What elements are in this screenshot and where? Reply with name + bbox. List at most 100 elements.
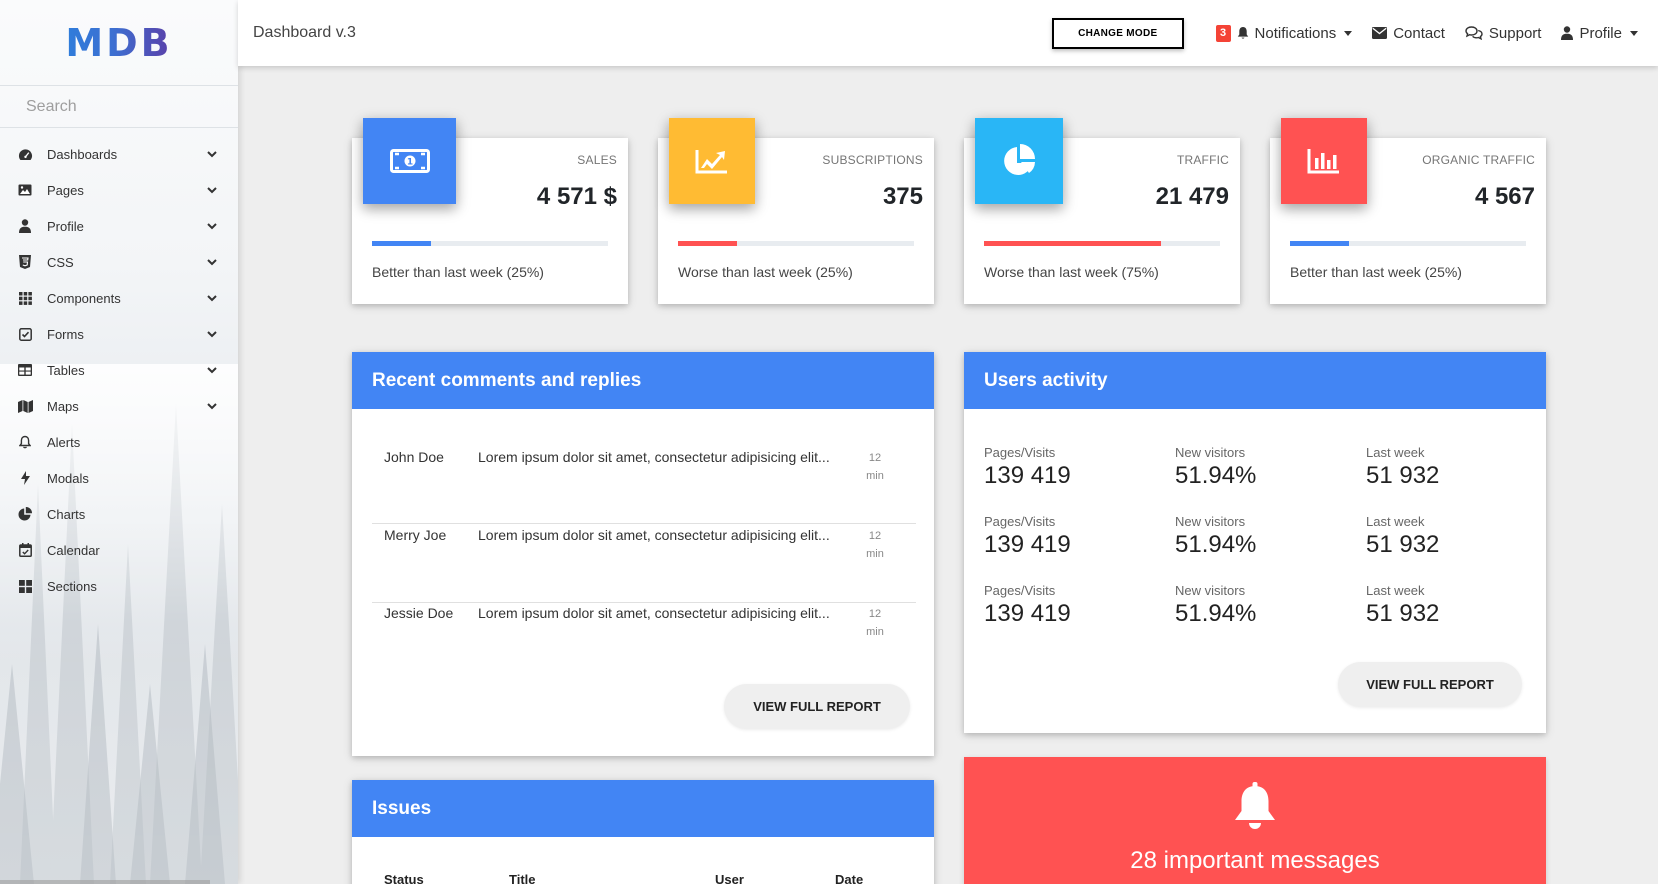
- support-link[interactable]: Support: [1465, 24, 1542, 42]
- comment-time-value: 12: [868, 452, 882, 464]
- css3-icon: [17, 254, 33, 270]
- stat-card-traffic: TRAFFIC 21 479 Worse than last week (75%…: [964, 118, 1240, 304]
- sidebar-item-components[interactable]: Components: [0, 280, 238, 316]
- stat-note: Worse than last week (75%): [984, 264, 1159, 280]
- top-navbar: Dashboard v.3 CHANGE MODE 3 Notification…: [238, 0, 1658, 66]
- chevron-down-icon: [207, 331, 217, 338]
- top-nav-links: 3 Notifications Contact Support Profile: [1215, 0, 1658, 66]
- stat-value: 375: [882, 183, 923, 210]
- stat-note: Better than last week (25%): [372, 264, 544, 280]
- check-square-icon: [17, 326, 33, 342]
- sidebar-item-label: Pages: [47, 182, 84, 198]
- column-header-user[interactable]: User: [715, 872, 835, 884]
- progress-fill: [1290, 241, 1349, 246]
- bolt-icon: [17, 470, 33, 486]
- stat-label: Pages/Visits: [984, 445, 1056, 460]
- sidebar-item-label: Tables: [47, 362, 85, 378]
- sidebar-item-maps[interactable]: Maps: [0, 388, 238, 424]
- user-icon: [17, 218, 33, 234]
- issues-panel: Issues Status Title User Date: [352, 780, 934, 884]
- caret-down-icon: [1344, 30, 1353, 36]
- stat-value: 51.94%: [1175, 462, 1257, 489]
- comment-row[interactable]: Jessie Doe Lorem ipsum dolor sit amet, c…: [372, 603, 916, 681]
- notifications-dropdown[interactable]: 3 Notifications: [1215, 24, 1353, 42]
- logo[interactable]: MDB: [0, 0, 238, 86]
- stat-label: New visitors: [1175, 514, 1246, 529]
- sidebar-item-sections[interactable]: Sections: [0, 568, 238, 604]
- column-header-date[interactable]: Date: [835, 872, 863, 884]
- chevron-down-icon: [207, 151, 217, 158]
- comment-text: Lorem ipsum dolor sit amet, consectetur …: [478, 449, 830, 465]
- support-label: Support: [1488, 24, 1542, 42]
- stat-pages-visits: Pages/Visits 139 419: [984, 514, 1164, 559]
- contact-link[interactable]: Contact: [1372, 25, 1445, 42]
- comment-author: John Doe: [384, 449, 444, 465]
- sidebar-item-css[interactable]: CSS: [0, 244, 238, 280]
- sidebar-item-charts[interactable]: Charts: [0, 496, 238, 532]
- sidebar-item-modals[interactable]: Modals: [0, 460, 238, 496]
- stat-value: 51.94%: [1175, 600, 1257, 627]
- stat-new-visitors: New visitors 51.94%: [1175, 445, 1355, 490]
- view-full-report-button[interactable]: VIEW FULL REPORT: [724, 684, 910, 729]
- stat-icon-tile: 1: [363, 118, 456, 204]
- comments-icon: [1465, 26, 1483, 40]
- sidebar-item-label: Forms: [47, 326, 84, 342]
- stat-last-week: Last week 51 932: [1366, 514, 1546, 559]
- stat-label: Last week: [1366, 583, 1425, 598]
- stat-note: Worse than last week (25%): [678, 264, 853, 280]
- profile-dropdown[interactable]: Profile: [1561, 25, 1638, 42]
- comment-row[interactable]: Merry Joe Lorem ipsum dolor sit amet, co…: [372, 525, 916, 603]
- view-full-report-button[interactable]: VIEW FULL REPORT: [1338, 662, 1522, 707]
- important-messages-panel[interactable]: 28 important messages: [964, 757, 1546, 884]
- progress-bar: [678, 241, 914, 246]
- sidebar-search: [0, 86, 238, 128]
- user-icon: [1561, 26, 1574, 40]
- stat-pages-visits: Pages/Visits 139 419: [984, 445, 1164, 490]
- sidebar-item-label: Alerts: [47, 434, 81, 450]
- stat-card-subscriptions: SUBSCRIPTIONS 375 Worse than last week (…: [658, 118, 934, 304]
- panel-title: Users activity: [964, 352, 1546, 409]
- sidebar-item-tables[interactable]: Tables: [0, 352, 238, 388]
- sidebar-item-label: Modals: [47, 470, 89, 486]
- stat-value: 4 567: [1474, 183, 1535, 210]
- stat-label: New visitors: [1175, 445, 1246, 460]
- sidebar-item-profile[interactable]: Profile: [0, 208, 238, 244]
- table-icon: [17, 362, 33, 378]
- comment-time: 12 min: [862, 449, 888, 485]
- alert-message: 28 important messages: [1130, 847, 1380, 874]
- chevron-down-icon: [207, 259, 217, 266]
- comment-time-unit: min: [866, 470, 884, 482]
- comment-row[interactable]: John Doe Lorem ipsum dolor sit amet, con…: [372, 447, 916, 524]
- sidebar-item-calendar[interactable]: Calendar: [0, 532, 238, 568]
- sidebar-item-label: Maps: [47, 398, 79, 414]
- page-title: Dashboard v.3: [253, 24, 356, 41]
- sidebar-item-pages[interactable]: Pages: [0, 172, 238, 208]
- money-bill-icon: 1: [389, 149, 430, 173]
- sidebar-item-forms[interactable]: Forms: [0, 316, 238, 352]
- stat-value: 51 932: [1366, 462, 1440, 489]
- caret-down-icon: [1630, 30, 1638, 36]
- recent-comments-panel: Recent comments and replies John Doe Lor…: [352, 352, 934, 756]
- contact-label: Contact: [1393, 24, 1445, 42]
- sidebar-scrollbar[interactable]: [0, 880, 210, 884]
- search-input[interactable]: [26, 97, 216, 116]
- stat-new-visitors: New visitors 51.94%: [1175, 583, 1355, 628]
- stat-label: ORGANIC TRAFFIC: [1422, 153, 1535, 167]
- notifications-count-badge: 3: [1215, 24, 1231, 42]
- tachometer-icon: [17, 146, 33, 162]
- change-mode-button[interactable]: CHANGE MODE: [1052, 17, 1184, 49]
- stat-value: 139 419: [984, 462, 1071, 489]
- stat-last-week: Last week 51 932: [1366, 583, 1546, 628]
- column-header-status[interactable]: Status: [384, 872, 509, 884]
- sidebar-item-dashboards[interactable]: Dashboards: [0, 136, 238, 172]
- chart-pie-icon: [1004, 144, 1035, 175]
- stat-value: 51.94%: [1175, 531, 1257, 558]
- column-header-title[interactable]: Title: [509, 872, 715, 884]
- bell-icon: [17, 434, 33, 450]
- comment-time: 12 min: [862, 605, 888, 641]
- sidebar-item-label: Charts: [47, 506, 86, 522]
- stat-label: Pages/Visits: [984, 583, 1056, 598]
- sidebar-item-alerts[interactable]: Alerts: [0, 424, 238, 460]
- stat-pages-visits: Pages/Visits 139 419: [984, 583, 1164, 628]
- comment-text: Lorem ipsum dolor sit amet, consectetur …: [478, 527, 830, 543]
